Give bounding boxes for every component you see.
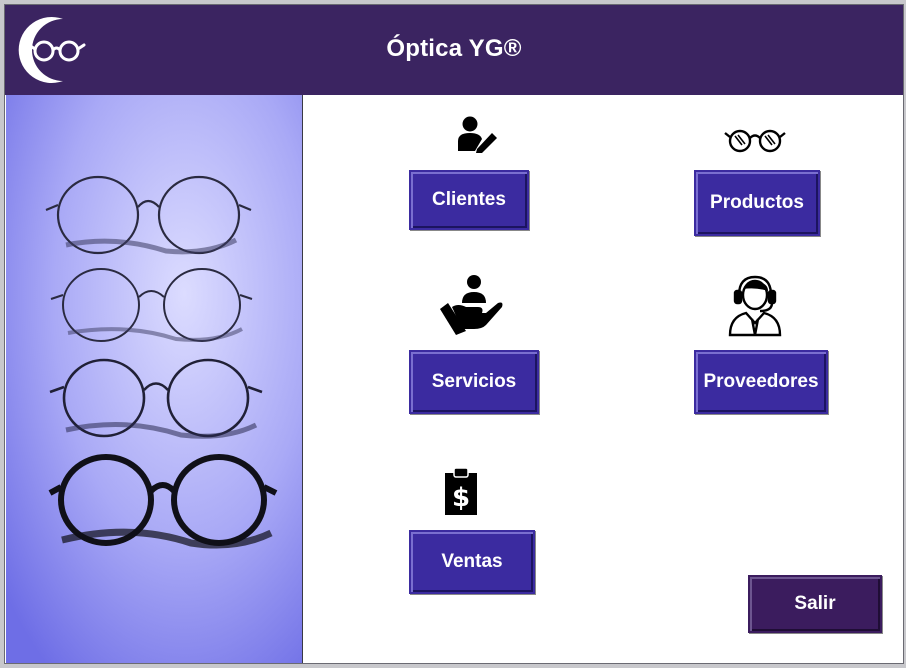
clipboard-dollar-icon: $ — [445, 467, 477, 515]
ventas-button-label: Ventas — [441, 551, 503, 572]
salir-button-label: Salir — [794, 593, 836, 614]
proveedores-button-label: Proveedores — [703, 371, 819, 392]
headset-support-icon — [728, 275, 782, 337]
clientes-button[interactable]: Clientes — [409, 170, 529, 230]
servicios-button[interactable]: Servicios — [409, 350, 539, 414]
proveedores-button[interactable]: Proveedores — [694, 350, 828, 414]
hand-service-icon — [440, 275, 503, 335]
salir-button[interactable]: Salir — [748, 575, 882, 633]
app-title: Óptica YG® — [386, 35, 522, 62]
glasses-icon — [724, 129, 786, 153]
ventas-button[interactable]: Ventas — [409, 530, 535, 594]
clientes-button-label: Clientes — [432, 189, 506, 210]
productos-button[interactable]: Productos — [694, 170, 820, 236]
user-edit-icon — [458, 116, 497, 153]
svg-text:$: $ — [452, 483, 470, 513]
app-window: Óptica YG® Clientes Productos Servicios … — [4, 4, 904, 664]
servicios-button-label: Servicios — [431, 371, 517, 392]
eyeglasses-photo — [6, 95, 303, 663]
header-bar: Óptica YG® — [5, 5, 903, 95]
productos-button-label: Productos — [710, 192, 804, 213]
